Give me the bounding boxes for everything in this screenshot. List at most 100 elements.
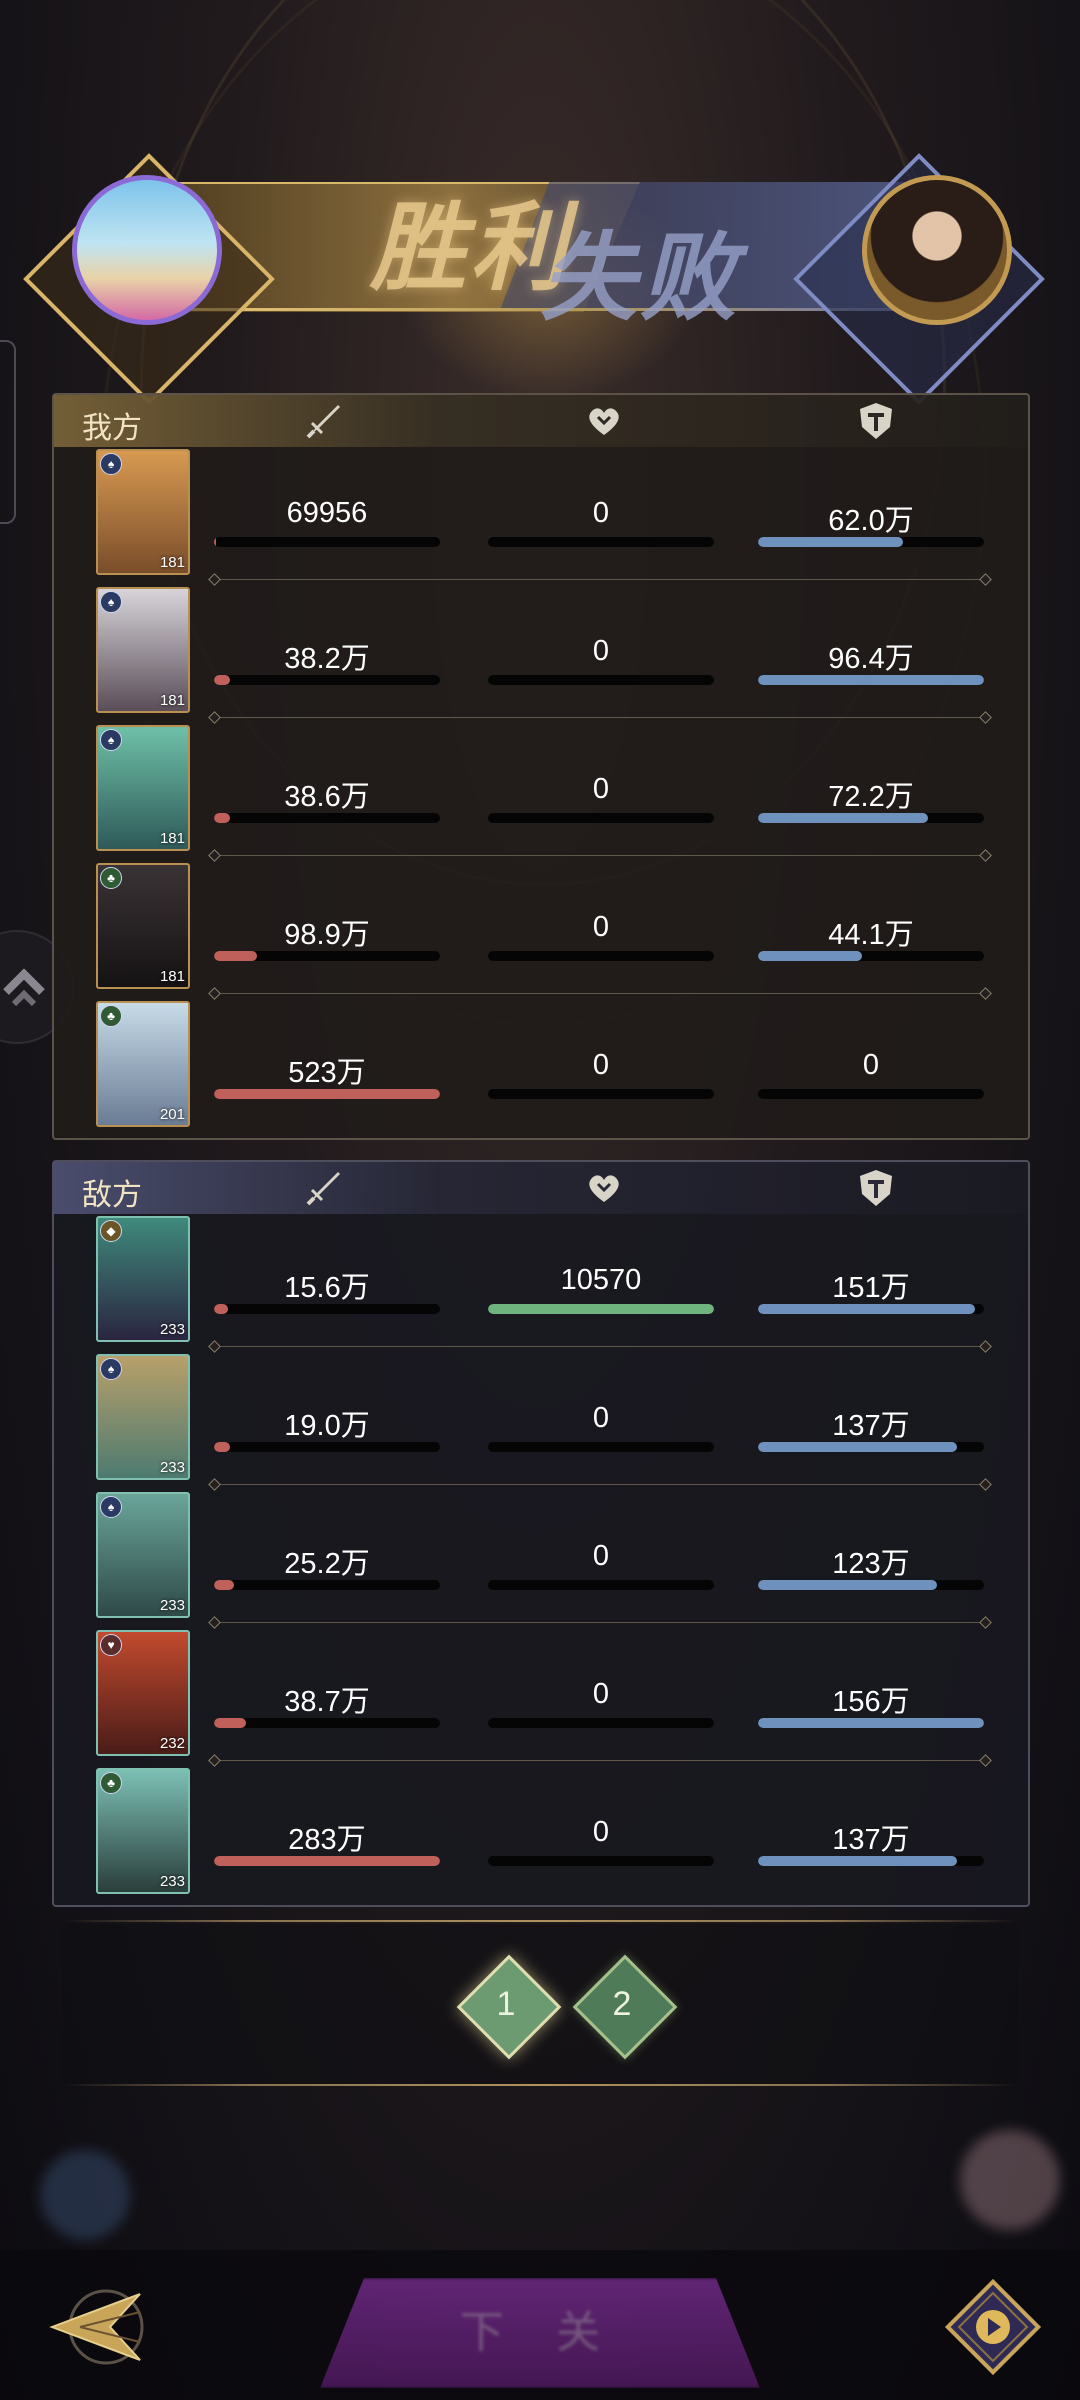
damage-taken-value: 123万 (832, 1548, 910, 1580)
element-badge-icon: ♠ (100, 591, 122, 613)
enemy-player-avatar[interactable] (862, 175, 1012, 325)
element-badge-icon: ♣ (100, 1772, 122, 1794)
heal-value: 0 (592, 1402, 610, 1434)
enemy-row[interactable]: ♠ 233 19.0万 0 137万 (54, 1354, 1028, 1492)
element-badge-icon: ♠ (100, 1358, 122, 1380)
enemy-row[interactable]: ♣ 233 283万 0 137万 (54, 1768, 1028, 1906)
damage-bar (214, 951, 440, 961)
row-divider (216, 1346, 984, 1347)
heart-icon (582, 399, 626, 443)
ally-row[interactable]: ♣ 201 523万 0 0 (54, 1001, 1028, 1139)
ally-player-avatar[interactable] (72, 175, 222, 325)
bar-fill (214, 1856, 440, 1866)
blurred-decoration (960, 2130, 1060, 2230)
heal-value: 0 (592, 773, 610, 805)
hero-portrait[interactable]: ♠ 181 (96, 587, 190, 713)
continue-button[interactable]: 下 关 (320, 2278, 760, 2388)
page-1-label[interactable]: 1 (472, 1970, 540, 2038)
chevron-up-icon (3, 968, 45, 1007)
enemy-row[interactable]: ♥ 232 38.7万 0 156万 (54, 1630, 1028, 1768)
hero-level: 233 (159, 1873, 185, 1890)
hero-portrait[interactable]: ♣ 201 (96, 1001, 190, 1127)
hero-level: 181 (159, 830, 185, 847)
pager-top-rule (62, 1920, 1018, 1922)
page-2-label[interactable]: 2 (588, 1970, 656, 2038)
ally-stats-panel: 我方 ♠ 181 69956 0 62.0万 ♠ 181 38.2万 0 96.… (52, 393, 1030, 1140)
damage-value: 523万 (288, 1057, 366, 1089)
element-badge-icon: ◆ (100, 1220, 122, 1242)
damage-value: 69956 (286, 497, 368, 529)
enemy-panel-header: 敌方 (54, 1162, 1028, 1214)
bar-fill (214, 951, 257, 961)
row-divider (216, 993, 984, 994)
replay-button[interactable] (938, 2272, 1048, 2382)
bar-fill (758, 1718, 984, 1728)
bar-fill (758, 813, 928, 823)
element-badge-icon: ♣ (100, 1005, 122, 1027)
heal-value: 0 (592, 1540, 610, 1572)
enemy-row[interactable]: ◆ 233 15.6万 10570 151万 (54, 1216, 1028, 1354)
damage-taken-value: 137万 (832, 1410, 910, 1442)
hero-level: 232 (159, 1735, 185, 1752)
heal-value: 10570 (560, 1264, 642, 1296)
hero-level: 181 (159, 968, 185, 985)
damage-value: 38.7万 (284, 1686, 370, 1718)
damage-taken-value: 44.1万 (828, 919, 914, 951)
enemy-team-label: 敌方 (82, 1178, 142, 1213)
hero-level: 233 (159, 1321, 185, 1338)
row-divider (216, 1760, 984, 1761)
ally-row[interactable]: ♠ 181 38.2万 0 96.4万 (54, 587, 1028, 725)
damage-bar (214, 537, 440, 547)
bar-fill (758, 537, 903, 547)
hero-portrait[interactable]: ♠ 233 (96, 1492, 190, 1618)
bar-fill (758, 1304, 975, 1314)
hero-portrait[interactable]: ♠ 181 (96, 725, 190, 851)
heal-bar (488, 675, 714, 685)
ally-row[interactable]: ♣ 181 98.9万 0 44.1万 (54, 863, 1028, 1001)
row-divider (216, 717, 984, 718)
ally-row[interactable]: ♠ 181 38.6万 0 72.2万 (54, 725, 1028, 863)
back-button[interactable] (40, 2272, 160, 2382)
ally-panel-header: 我方 (54, 395, 1028, 447)
enemy-stats-panel: 敌方 ◆ 233 15.6万 10570 151万 ♠ 233 19.0万 0 (52, 1160, 1030, 1907)
heal-value: 0 (592, 635, 610, 667)
enemy-row[interactable]: ♠ 233 25.2万 0 123万 (54, 1492, 1028, 1630)
result-banner: 胜利 失败 (23, 130, 1050, 405)
damage-value: 19.0万 (284, 1410, 370, 1442)
damage-taken-bar (758, 1442, 984, 1452)
row-divider (216, 855, 984, 856)
heal-value: 0 (592, 497, 610, 529)
hero-portrait[interactable]: ♣ 181 (96, 863, 190, 989)
bar-fill (214, 1304, 228, 1314)
hero-portrait[interactable]: ◆ 233 (96, 1216, 190, 1342)
damage-value: 38.6万 (284, 781, 370, 813)
bar-fill (214, 813, 230, 823)
row-divider (216, 1484, 984, 1485)
side-edge-tab[interactable] (0, 340, 16, 524)
hero-portrait[interactable]: ♠ 233 (96, 1354, 190, 1480)
element-badge-icon: ♠ (100, 729, 122, 751)
hero-portrait[interactable]: ♣ 233 (96, 1768, 190, 1894)
heal-bar (488, 1304, 714, 1314)
heart-icon (582, 1166, 626, 1210)
bar-fill (214, 1580, 235, 1590)
damage-bar (214, 1089, 440, 1099)
heal-bar (488, 1089, 714, 1099)
damage-bar (214, 1718, 440, 1728)
bar-fill (758, 675, 984, 685)
defeat-text: 失败 (540, 221, 740, 334)
damage-taken-value: 156万 (832, 1686, 910, 1718)
damage-taken-bar (758, 675, 984, 685)
pager: 1 2 (62, 1924, 1018, 2084)
pager-bottom-rule (62, 2084, 1018, 2086)
heal-bar (488, 1718, 714, 1728)
heal-value: 0 (592, 1816, 610, 1848)
heal-value: 0 (592, 1049, 610, 1081)
hero-portrait[interactable]: ♠ 181 (96, 449, 190, 575)
hero-portrait[interactable]: ♥ 232 (96, 1630, 190, 1756)
hero-level: 201 (159, 1106, 185, 1123)
heal-value: 0 (592, 911, 610, 943)
damage-taken-bar (758, 537, 984, 547)
row-divider (216, 1622, 984, 1623)
ally-row[interactable]: ♠ 181 69956 0 62.0万 (54, 449, 1028, 587)
